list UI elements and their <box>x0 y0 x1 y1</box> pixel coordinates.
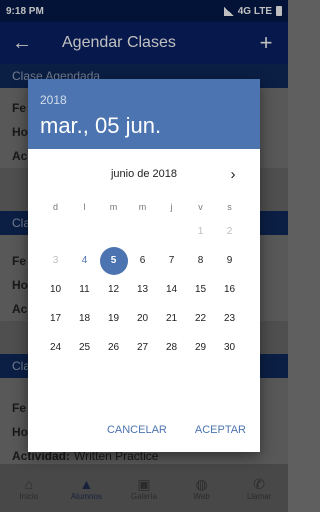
calendar: ‹ junio de 2018 › dlmmjvs 12345678910111… <box>28 149 260 452</box>
day-number: 13 <box>136 284 149 295</box>
month-label: junio de 2018 <box>110 168 178 180</box>
day-number: 12 <box>107 284 120 295</box>
day-cell[interactable]: 26 <box>99 333 128 362</box>
day-cell: 2 <box>215 217 244 246</box>
day-cell[interactable]: 16 <box>215 275 244 304</box>
day-number: 15 <box>194 284 207 295</box>
ok-button[interactable]: ACEPTAR <box>191 416 250 444</box>
day-cell: 1 <box>186 217 215 246</box>
chevron-left-icon: ‹ <box>38 163 56 185</box>
day-cell: 3 <box>41 246 70 275</box>
day-number: 27 <box>136 342 149 353</box>
day-cell[interactable]: 8 <box>186 246 215 275</box>
date-picker-header: 2018 mar., 05 jun. <box>28 79 260 149</box>
weekday-label: v <box>198 202 203 212</box>
day-number: 25 <box>78 342 91 353</box>
day-number: 5 <box>99 246 128 275</box>
weekday-label: j <box>170 202 173 212</box>
day-number: 28 <box>165 342 178 353</box>
day-cell[interactable]: 6 <box>128 246 157 275</box>
day-number: 18 <box>78 313 91 324</box>
weekday-label: d <box>52 202 58 212</box>
day-number: 3 <box>52 255 59 266</box>
day-cell[interactable]: 18 <box>70 304 99 333</box>
month-navigation: ‹ junio de 2018 › <box>28 163 260 185</box>
day-number: 30 <box>223 342 236 353</box>
day-number: 9 <box>226 255 233 266</box>
empty-cell <box>70 217 99 246</box>
day-cell[interactable]: 20 <box>128 304 157 333</box>
day-number: 19 <box>107 313 120 324</box>
day-number: 1 <box>197 226 204 237</box>
weekday-label: m <box>109 202 118 212</box>
day-cell[interactable]: 10 <box>41 275 70 304</box>
weekday-label: l <box>83 202 86 212</box>
day-cell[interactable]: 7 <box>157 246 186 275</box>
weekday-header: dlmmjvs <box>41 197 244 217</box>
day-cell[interactable]: 22 <box>186 304 215 333</box>
day-cell[interactable]: 17 <box>41 304 70 333</box>
day-number: 23 <box>223 313 236 324</box>
day-number: 17 <box>49 313 62 324</box>
day-number: 10 <box>49 284 62 295</box>
day-number: 4 <box>81 255 88 266</box>
day-cell[interactable]: 24 <box>41 333 70 362</box>
day-number: 24 <box>49 342 62 353</box>
day-cell[interactable]: 11 <box>70 275 99 304</box>
day-cell[interactable]: 12 <box>99 275 128 304</box>
empty-cell <box>128 217 157 246</box>
day-number: 22 <box>194 313 207 324</box>
empty-cell <box>157 217 186 246</box>
day-cell-selected[interactable]: 5 <box>99 246 128 275</box>
day-number: 14 <box>165 284 178 295</box>
day-cell[interactable]: 23 <box>215 304 244 333</box>
day-cell[interactable]: 13 <box>128 275 157 304</box>
day-cell[interactable]: 28 <box>157 333 186 362</box>
dialog-actions: CANCELAR ACEPTAR <box>103 416 250 444</box>
day-number: 8 <box>197 255 204 266</box>
day-cell[interactable]: 19 <box>99 304 128 333</box>
day-number: 21 <box>165 313 178 324</box>
day-number: 7 <box>168 255 175 266</box>
day-number: 2 <box>226 226 233 237</box>
day-number: 20 <box>136 313 149 324</box>
header-year[interactable]: 2018 <box>40 93 248 107</box>
day-cell[interactable]: 25 <box>70 333 99 362</box>
day-cell[interactable]: 21 <box>157 304 186 333</box>
day-grid: 1 2 3 4 5 6 7 8 9 10 11 12 13 14 15 16 17 18 19 20 21 22 23 24 2… <box>41 217 244 362</box>
day-cell[interactable]: 14 <box>157 275 186 304</box>
empty-cell <box>41 217 70 246</box>
day-cell[interactable]: 4 <box>70 246 99 275</box>
day-cell[interactable]: 30 <box>215 333 244 362</box>
day-number: 11 <box>79 284 90 295</box>
empty-cell <box>99 217 128 246</box>
day-cell[interactable]: 27 <box>128 333 157 362</box>
header-selected-date[interactable]: mar., 05 jun. <box>40 113 248 139</box>
date-picker-dialog: 2018 mar., 05 jun. ‹ junio de 2018 › dlm… <box>28 79 260 452</box>
day-number: 16 <box>223 284 236 295</box>
day-number: 6 <box>139 255 146 266</box>
day-cell[interactable]: 15 <box>186 275 215 304</box>
day-number: 29 <box>194 342 207 353</box>
day-number: 26 <box>107 342 120 353</box>
day-cell[interactable]: 9 <box>215 246 244 275</box>
cancel-button[interactable]: CANCELAR <box>103 416 171 444</box>
weekday-label: s <box>227 202 232 212</box>
chevron-right-icon[interactable]: › <box>224 163 242 185</box>
weekday-label: m <box>138 202 147 212</box>
day-cell[interactable]: 29 <box>186 333 215 362</box>
